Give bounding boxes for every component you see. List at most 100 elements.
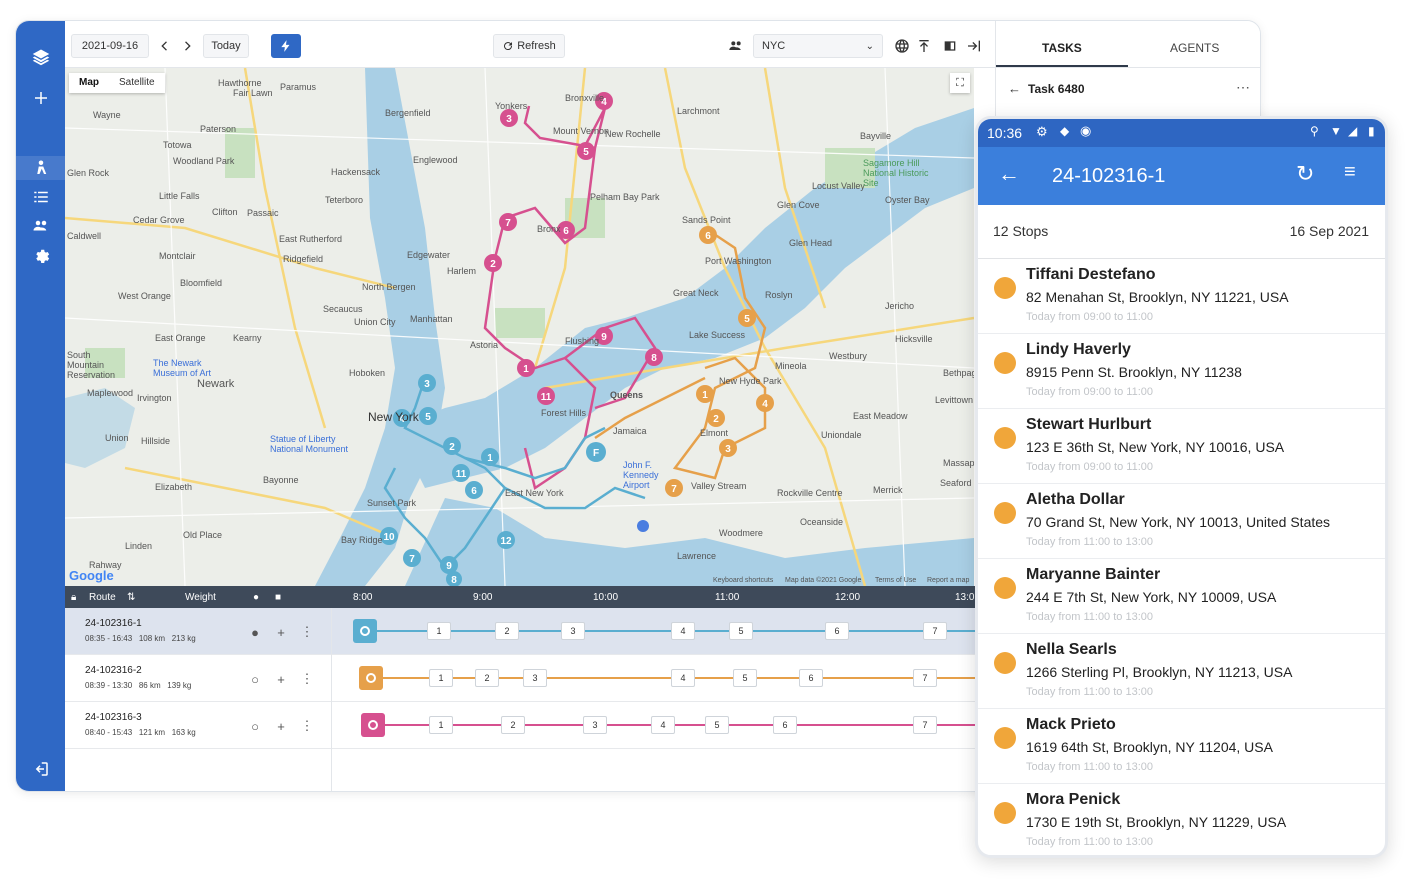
optimize-lightning-button[interactable]	[271, 34, 301, 58]
timeline-stop[interactable]: 2	[501, 716, 525, 734]
back-arrow-icon[interactable]: ←	[998, 161, 1020, 187]
route-row[interactable]: 24-102316-3 08:40 - 15:43 121 km 163 kg …	[65, 702, 995, 749]
keyboard-shortcuts-link[interactable]: Keyboard shortcuts	[713, 577, 773, 584]
map-label: Larchmont	[677, 106, 720, 116]
filter-icon[interactable]: ≡	[1344, 161, 1356, 184]
route-map[interactable]: 3 4 5 7 6 2 9 8 1 11 6 5 1 4 2 3 7 3 4 5	[65, 68, 974, 586]
depot-icon[interactable]	[359, 666, 383, 690]
previous-day-button[interactable]	[153, 34, 175, 58]
timeline-stop[interactable]: 3	[583, 716, 607, 734]
timeline-stop[interactable]: 7	[913, 716, 937, 734]
more-options-icon[interactable]: ⋮	[297, 622, 317, 642]
map-label: Roslyn	[765, 290, 793, 300]
stop-list-item[interactable]: Nella Searls 1266 Sterling Pl, Brooklyn,…	[978, 634, 1385, 709]
today-button[interactable]: Today	[203, 34, 249, 58]
wifi-icon: ▼	[1330, 124, 1342, 138]
stop-list-item[interactable]: Aletha Dollar 70 Grand St, New York, NY …	[978, 484, 1385, 559]
timeline-stop[interactable]: 7	[913, 669, 937, 687]
upload-icon[interactable]	[913, 34, 935, 58]
more-options-icon[interactable]: ⋮	[297, 716, 317, 736]
timeline-stop[interactable]: 6	[773, 716, 797, 734]
timeline-stop[interactable]: 6	[799, 669, 823, 687]
timeline-stop[interactable]: 7	[923, 622, 947, 640]
stop-list-item[interactable]: Mack Prieto 1619 64th St, Brooklyn, NY 1…	[978, 709, 1385, 784]
route-row[interactable]: 24-102316-1 08:35 - 16:43 108 km 213 kg …	[65, 608, 995, 655]
map-label: Sands Point	[682, 215, 731, 225]
terms-link[interactable]: Terms of Use	[875, 577, 916, 584]
more-options-icon[interactable]: ⋮	[297, 669, 317, 689]
task-list-icon[interactable]	[16, 185, 65, 209]
map-label: Linden	[125, 541, 153, 551]
depot-icon[interactable]	[353, 619, 377, 643]
timeline-stop[interactable]: 1	[427, 622, 451, 640]
route-meta: 08:40 - 15:43 121 km 163 kg	[85, 728, 196, 737]
map-marker: 11	[452, 464, 470, 482]
next-day-button[interactable]	[177, 34, 199, 58]
map-label: Mineola	[775, 361, 807, 371]
layers-icon[interactable]	[16, 43, 65, 71]
timeline-stop[interactable]: 6	[825, 622, 849, 640]
panel-toggle-icon[interactable]	[939, 34, 961, 58]
map-label: Glen Cove	[777, 200, 820, 210]
map-label: Wayne	[93, 110, 121, 120]
timeline-stop[interactable]: 1	[429, 669, 453, 687]
tab-agents[interactable]: AGENTS	[1170, 41, 1219, 55]
route-name: 24-102316-1	[85, 618, 142, 629]
map-marker: 7	[665, 479, 683, 497]
fullscreen-icon[interactable]: ⛶	[950, 73, 970, 93]
settings-gear-icon[interactable]	[16, 243, 65, 267]
region-select[interactable]: NYC ⌄	[753, 34, 883, 58]
timeline-stop[interactable]: 1	[429, 716, 453, 734]
map-marker: 5	[738, 309, 756, 327]
agents-icon[interactable]	[16, 214, 65, 238]
assign-driver-icon[interactable]: ○	[245, 716, 265, 736]
sort-icon[interactable]: ⇅	[127, 592, 135, 603]
map-label: Hicksville	[895, 334, 933, 344]
timeline-stop[interactable]: 5	[729, 622, 753, 640]
add-stop-button[interactable]: +	[271, 669, 291, 689]
map-label: Bloomfield	[180, 278, 223, 288]
lock-icon[interactable]: 🔒︎	[71, 592, 76, 603]
report-map-link[interactable]: Report a map	[927, 577, 969, 584]
timeline-stop[interactable]: 2	[495, 622, 519, 640]
timeline-stop[interactable]: 3	[561, 622, 585, 640]
map-label: Ridgefield	[283, 254, 324, 264]
stop-list-item[interactable]: Lindy Haverly 8915 Penn St. Brooklyn, NY…	[978, 334, 1385, 409]
timeline-stop[interactable]: 2	[475, 669, 499, 687]
timeline-stop[interactable]: 4	[671, 669, 695, 687]
map-type-satellite[interactable]: Satellite	[109, 73, 165, 93]
add-icon[interactable]	[16, 86, 65, 110]
timeline-stop[interactable]: 3	[523, 669, 547, 687]
timeline-stop[interactable]: 5	[705, 716, 729, 734]
logout-icon[interactable]	[16, 757, 65, 781]
globe-icon[interactable]	[891, 34, 913, 58]
refresh-icon[interactable]: ↻	[1296, 161, 1314, 187]
map-label: Teterboro	[325, 195, 364, 205]
stop-list-item[interactable]: Tiffani Destefano 82 Menahan St, Brookly…	[978, 259, 1385, 334]
refresh-button[interactable]: Refresh	[493, 34, 565, 58]
mobile-app: 10:36 ⚙ ◆ ◉ ⚲ ▼ ◢ ▮ ← 24-102316-1 ↻ ≡ 12…	[975, 116, 1388, 858]
timeline-stop[interactable]: 5	[733, 669, 757, 687]
timeline-stop[interactable]: 4	[671, 622, 695, 640]
stop-list-item[interactable]: Maryanne Bainter 244 E 7th St, New York,…	[978, 559, 1385, 634]
stop-status-dot	[994, 802, 1016, 824]
svg-text:3: 3	[725, 444, 731, 455]
tab-tasks[interactable]: TASKS	[1042, 41, 1082, 55]
stop-list-item[interactable]: Stewart Hurlburt 123 E 36th St, New York…	[978, 409, 1385, 484]
assign-driver-icon[interactable]: ○	[245, 669, 265, 689]
routes-icon[interactable]	[16, 156, 65, 180]
route-row[interactable]: 24-102316-2 08:39 - 13:30 86 km 139 kg ○…	[65, 655, 995, 702]
assign-driver-icon[interactable]: ●	[245, 622, 265, 642]
top-toolbar: 2021-09-16 Today Refresh NYC ⌄	[65, 21, 995, 68]
date-picker[interactable]: 2021-09-16	[71, 34, 149, 58]
collapse-right-icon[interactable]	[963, 34, 985, 58]
team-icon[interactable]	[725, 34, 747, 58]
back-arrow-icon[interactable]: ←	[1008, 81, 1021, 96]
add-stop-button[interactable]: +	[271, 716, 291, 736]
add-stop-button[interactable]: +	[271, 622, 291, 642]
more-horizontal-icon[interactable]: ⋯	[1236, 79, 1250, 96]
stop-list-item[interactable]: Mora Penick 1730 E 19th St, Brooklyn, NY…	[978, 784, 1385, 855]
depot-icon[interactable]	[361, 713, 385, 737]
timeline-stop[interactable]: 4	[651, 716, 675, 734]
map-type-map[interactable]: Map	[69, 73, 109, 93]
